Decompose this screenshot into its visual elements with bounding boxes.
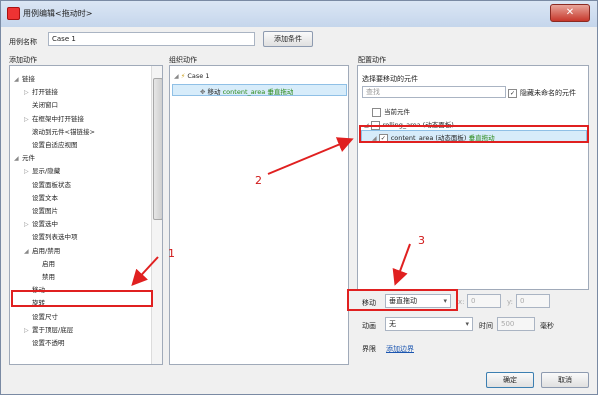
annotation-arrows (131, 137, 411, 286)
annotation-arrow-2 (267, 137, 354, 175)
annotation-arrow-1 (131, 256, 159, 286)
annotation-arrow-3 (392, 243, 411, 286)
